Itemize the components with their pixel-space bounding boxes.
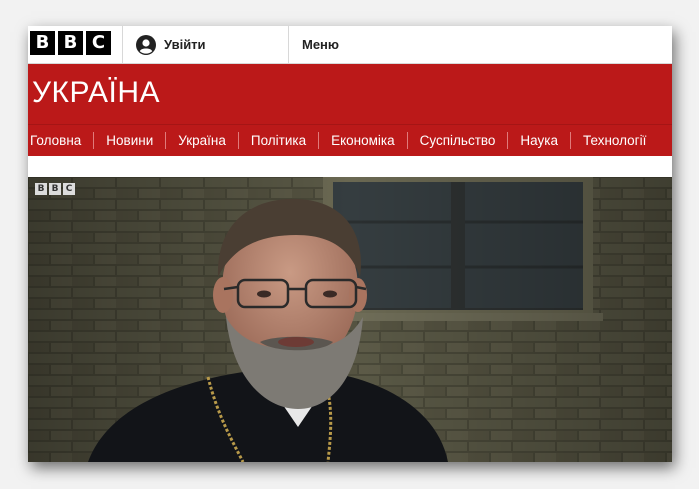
nav-divider xyxy=(507,132,509,149)
nav-item-politics[interactable]: Політика xyxy=(251,133,306,148)
video-frame xyxy=(28,177,672,462)
nav-divider xyxy=(237,132,239,149)
nav-divider xyxy=(406,132,408,149)
video-player[interactable]: B B C xyxy=(28,177,672,462)
menu-button[interactable]: Меню xyxy=(302,26,339,63)
nav-item-ukraine[interactable]: Україна xyxy=(178,133,226,148)
video-bbc-badge: B B C xyxy=(35,183,75,195)
nav-divider xyxy=(93,132,95,149)
section-title[interactable]: УКРАЇНА xyxy=(32,76,160,110)
nav-item-news[interactable]: Новини xyxy=(106,133,153,148)
nav-item-economy[interactable]: Економіка xyxy=(331,133,395,148)
section-header: УКРАЇНА xyxy=(28,64,672,124)
nav-divider xyxy=(570,132,571,149)
nav-item-science[interactable]: Наука xyxy=(520,133,558,148)
user-icon xyxy=(136,34,156,55)
logo-letter: B xyxy=(30,31,55,55)
section-nav: Головна Новини Україна Політика Економік… xyxy=(28,124,672,156)
logo-letter: C xyxy=(86,31,111,55)
signin-button[interactable]: Увійти xyxy=(136,26,206,63)
nav-item-home[interactable]: Головна xyxy=(30,133,81,148)
badge-letter: B xyxy=(35,183,47,195)
bbc-logo[interactable]: B B C xyxy=(30,31,111,55)
page-frame: B B C Увійти Меню УКРАЇНА Головна Новини… xyxy=(28,26,672,462)
nav-divider xyxy=(165,132,167,149)
top-bar: B B C Увійти Меню xyxy=(28,26,672,64)
divider xyxy=(122,26,123,63)
signin-label: Увійти xyxy=(164,37,206,52)
nav-divider xyxy=(318,132,320,149)
nav-item-technology[interactable]: Технології xyxy=(583,133,646,148)
logo-letter: B xyxy=(58,31,83,55)
nav-item-society[interactable]: Суспільство xyxy=(420,133,496,148)
badge-letter: C xyxy=(63,183,75,195)
badge-letter: B xyxy=(49,183,61,195)
divider xyxy=(288,26,289,63)
